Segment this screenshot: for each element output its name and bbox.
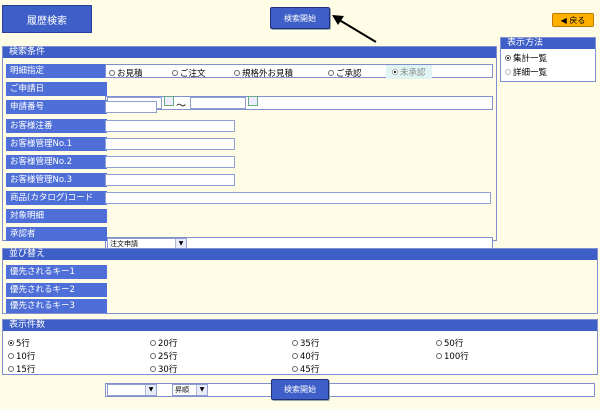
radio-count-40[interactable]: 40行 (292, 350, 319, 362)
date-range-separator: ～ (176, 101, 186, 112)
radio-count-35[interactable]: 35行 (292, 337, 319, 349)
radio-count-45[interactable]: 45行 (292, 363, 319, 375)
radio-count-50[interactable]: 50行 (436, 337, 463, 349)
display-method-panel: 表示方法 集計一覧 詳細一覧 (500, 37, 596, 82)
radio-icon (292, 353, 298, 359)
radio-icon (292, 366, 298, 372)
calendar-icon[interactable] (248, 96, 258, 106)
radio-summary-list[interactable]: 集計一覧 (505, 52, 595, 64)
chevron-down-icon: ▼ (196, 385, 207, 395)
radio-count-30[interactable]: 30行 (150, 363, 177, 375)
radio-approved[interactable]: ご承認 (328, 67, 362, 79)
sort-order3-select[interactable]: 昇順 ▼ (172, 384, 208, 396)
search-button-top[interactable]: 検索開始 (270, 7, 330, 29)
radio-icon (8, 366, 14, 372)
radio-icon (109, 70, 115, 76)
sort-key2-label: 優先されるキー2 (6, 283, 107, 297)
conditions-heading: 検索条件 (3, 47, 496, 58)
radio-unapproved[interactable]: 未承認 (386, 65, 432, 79)
radio-icon (150, 353, 156, 359)
mgmt3-label: お客様管理No.3 (6, 173, 107, 187)
detail-field: お見積 ご注文 規格外お見積 ご承認 未承認 (105, 64, 493, 79)
radio-icon (150, 366, 156, 372)
target-detail-label: 対象明細 (6, 209, 107, 223)
radio-icon (8, 340, 14, 346)
back-button[interactable]: ◀ 戻る (552, 13, 594, 27)
catalog-code-input[interactable] (105, 192, 491, 204)
mgmt3-input[interactable] (105, 174, 235, 186)
radio-nonstandard-estimate[interactable]: 規格外お見積 (234, 67, 293, 79)
page-title: 履歴検索 (2, 5, 92, 33)
sort-key3-field: ▼ 昇順 ▼ (105, 383, 595, 397)
customer-order-input[interactable] (105, 120, 235, 132)
sort-key1-label: 優先されるキー1 (6, 265, 107, 279)
request-number-input[interactable] (105, 101, 157, 113)
chevron-down-icon: ▼ (145, 385, 156, 395)
radio-icon (8, 353, 14, 359)
radio-order[interactable]: ご注文 (172, 67, 206, 79)
customer-order-label: お客様注番 (6, 119, 107, 133)
display-method-heading: 表示方法 (501, 38, 595, 49)
radio-icon (150, 340, 156, 346)
radio-icon (436, 340, 442, 346)
approver-label: 承認者 (6, 227, 107, 241)
date-label: ご申請日 (6, 82, 107, 96)
count-heading: 表示件数 (3, 320, 597, 331)
radio-count-10[interactable]: 10行 (8, 350, 35, 362)
mgmt1-label: お客様管理No.1 (6, 137, 107, 151)
radio-icon (505, 55, 511, 61)
mgmt2-label: お客様管理No.2 (6, 155, 107, 169)
radio-icon (172, 70, 178, 76)
search-button-bottom[interactable]: 検索開始 (271, 379, 329, 400)
radio-count-20[interactable]: 20行 (150, 337, 177, 349)
date-field: ～ (105, 96, 493, 112)
sort-heading: 並び替え (3, 249, 597, 260)
radio-count-5[interactable]: 5行 (8, 337, 30, 349)
sort-key3-select[interactable]: ▼ (107, 384, 157, 396)
radio-icon (292, 340, 298, 346)
radio-icon (392, 69, 398, 75)
mgmt2-input[interactable] (105, 156, 235, 168)
sort-key3-label: 優先されるキー3 (6, 299, 107, 313)
calendar-icon[interactable] (164, 96, 174, 106)
radio-icon (436, 353, 442, 359)
radio-count-100[interactable]: 100行 (436, 350, 469, 362)
radio-icon (505, 69, 511, 75)
radio-detail-list[interactable]: 詳細一覧 (505, 66, 595, 78)
radio-icon (234, 70, 240, 76)
date-to-input[interactable] (190, 97, 246, 109)
radio-count-15[interactable]: 15行 (8, 363, 35, 375)
catalog-code-label: 商品(カタログ)コード (6, 191, 107, 205)
detail-label: 明細指定 (6, 64, 107, 78)
radio-estimate[interactable]: お見積 (109, 67, 143, 79)
arrow-pointer-icon (332, 15, 377, 43)
radio-icon (328, 70, 334, 76)
mgmt1-input[interactable] (105, 138, 235, 150)
radio-count-25[interactable]: 25行 (150, 350, 177, 362)
request-number-label: 申請番号 (6, 100, 107, 114)
